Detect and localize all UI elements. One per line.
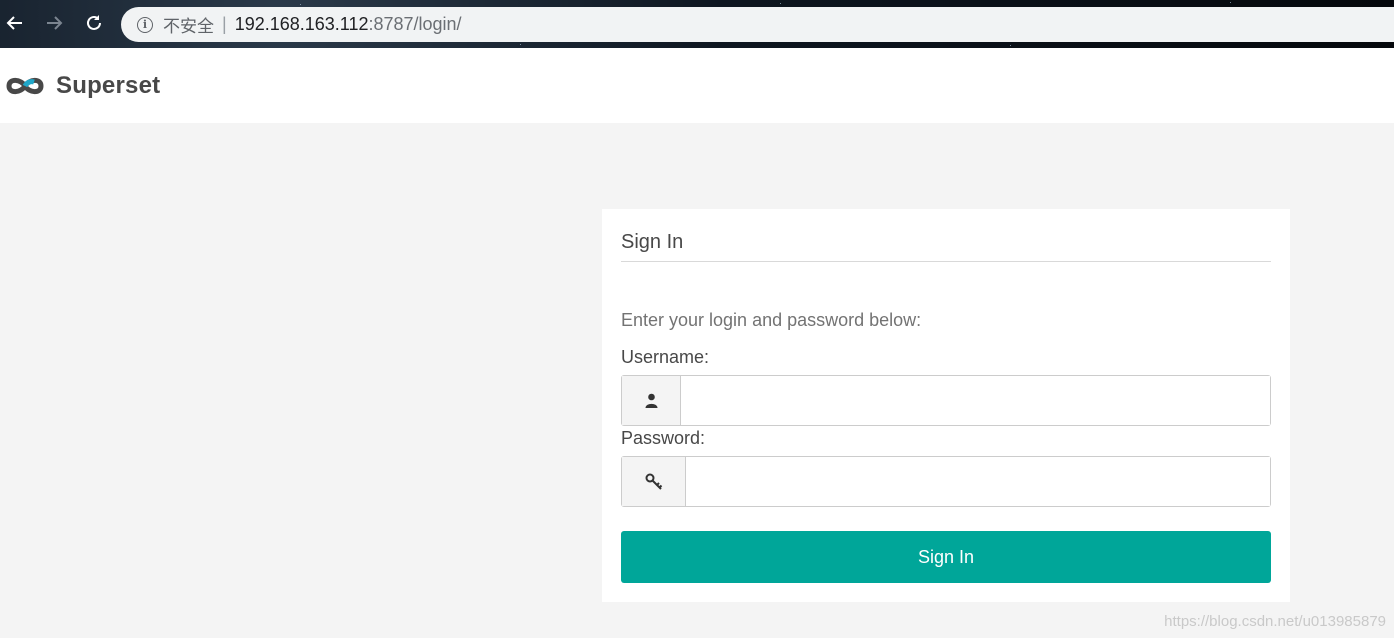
login-hint: Enter your login and password below: [621, 310, 922, 330]
panel-title: Sign In [621, 231, 684, 253]
arrow-right-icon [47, 16, 63, 30]
username-input-group [621, 375, 1271, 426]
address-separator: | [222, 14, 227, 34]
reload-icon [87, 15, 101, 30]
username-input[interactable] [681, 376, 1270, 425]
address-bar[interactable]: i 不安全 | 192.168.163.112 :8787/login/ [121, 7, 1394, 42]
superset-logo-icon [6, 77, 44, 94]
browser-toolbar: i 不安全 | 192.168.163.112 :8787/login/ [0, 0, 1394, 48]
username-addon [622, 376, 681, 425]
title-divider [621, 261, 1271, 262]
password-label: Password: [621, 428, 706, 448]
forward-button[interactable] [41, 10, 67, 36]
brand-link[interactable]: Superset [5, 72, 160, 100]
url-path: :8787/login/ [368, 14, 462, 34]
watermark: https://blog.csdn.net/u013985879 [1164, 613, 1386, 630]
sign-in-button[interactable]: Sign In [621, 531, 1271, 583]
brand-name: Superset [56, 71, 161, 99]
security-label: 不安全 [163, 17, 214, 36]
info-icon[interactable]: i [137, 16, 153, 33]
password-input[interactable] [686, 457, 1270, 506]
reload-button[interactable] [81, 10, 107, 36]
user-icon [645, 393, 657, 408]
password-input-group [621, 456, 1271, 507]
back-button[interactable] [2, 10, 28, 36]
username-label: Username: [621, 347, 710, 367]
key-icon [645, 473, 662, 490]
app-navbar: Superset [0, 48, 1394, 123]
login-panel: Sign In Enter your login and password be… [602, 209, 1290, 602]
arrow-left-icon [6, 16, 22, 30]
password-addon [622, 457, 686, 506]
url-host: 192.168.163.112 [234, 14, 369, 34]
